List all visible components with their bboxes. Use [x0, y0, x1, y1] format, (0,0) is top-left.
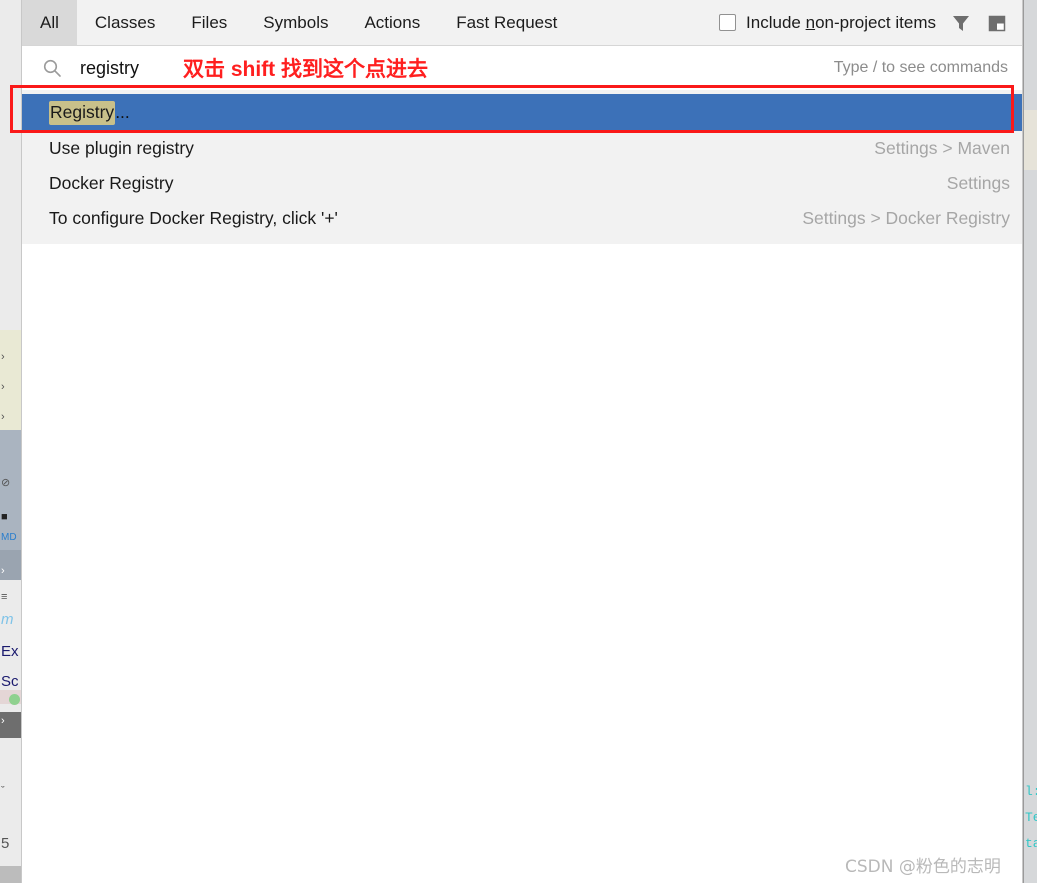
- result-label-suffix: ...: [115, 101, 130, 122]
- file-icon[interactable]: ■: [1, 512, 8, 523]
- tree-band-bottom: [0, 866, 22, 883]
- chevron-right-icon[interactable]: ›: [1, 412, 5, 423]
- chevron-right-icon[interactable]: ›: [1, 716, 5, 727]
- search-row[interactable]: registry 双击 shift 找到这个点进去 Type / to see …: [22, 46, 1022, 90]
- include-label-suffix: on-project items: [815, 12, 936, 32]
- commands-hint-label: Type / to see commands: [833, 59, 1008, 76]
- tab-symbols[interactable]: Symbols: [245, 0, 346, 45]
- markdown-file-label[interactable]: MD: [1, 533, 17, 543]
- tab-classes[interactable]: Classes: [77, 0, 173, 45]
- tree-text-fragment[interactable]: Sc: [1, 674, 19, 689]
- code-fragment: ta: [1025, 836, 1037, 851]
- editor-scroll-marker: [1024, 110, 1037, 170]
- editor-sliver[interactable]: l: Te ta: [1022, 0, 1037, 883]
- result-match-highlight: Registry: [49, 100, 116, 125]
- chevron-right-icon[interactable]: ›: [1, 566, 5, 577]
- tab-fast-request[interactable]: Fast Request: [438, 0, 575, 45]
- result-location: Settings > Docker Registry: [802, 208, 1010, 228]
- result-label: Use plugin registry: [49, 138, 194, 158]
- code-fragment: Te: [1025, 810, 1037, 825]
- result-location: Settings: [946, 173, 1010, 193]
- result-location: Settings > Maven: [874, 138, 1010, 158]
- annotation-label: 双击 shift 找到这个点进去: [183, 58, 429, 81]
- filter-funnel-icon[interactable]: [950, 12, 972, 34]
- project-tree-sidebar-sliver[interactable]: › › › ⊘ ■ MD › ≡ m Ex Sc › ˇ 5: [0, 0, 22, 883]
- tree-text-fragment: 5: [1, 835, 10, 852]
- search-everywhere-tab-bar: All Classes Files Symbols Actions Fast R…: [22, 0, 1022, 46]
- chevron-right-icon[interactable]: ›: [1, 382, 5, 393]
- tab-all[interactable]: All: [22, 0, 77, 45]
- tree-text-fragment[interactable]: Ex: [1, 644, 19, 659]
- result-label: To configure Docker Registry, click '+': [49, 208, 338, 228]
- search-input[interactable]: registry: [80, 58, 139, 79]
- preview-panel-icon[interactable]: [986, 12, 1008, 34]
- result-row-registry[interactable]: Registry...: [22, 94, 1022, 131]
- include-label-prefix: Include: [746, 12, 806, 32]
- include-non-project-items-label: Include non-project items: [746, 13, 936, 33]
- code-fragment: l:: [1025, 784, 1037, 799]
- tab-files[interactable]: Files: [173, 0, 245, 45]
- tab-actions[interactable]: Actions: [346, 0, 438, 45]
- result-label: Docker Registry: [49, 173, 174, 193]
- csdn-watermark: CSDN @粉色的志明: [845, 857, 1001, 877]
- result-row-configure-docker-registry[interactable]: To configure Docker Registry, click '+' …: [22, 201, 1022, 236]
- include-label-mnemonic: n: [805, 12, 816, 32]
- list-lines-icon[interactable]: ≡: [1, 592, 7, 603]
- chevron-down-icon[interactable]: ˇ: [1, 786, 5, 797]
- result-row-use-plugin-registry[interactable]: Use plugin registry Settings > Maven: [22, 131, 1022, 166]
- results-empty-area: [22, 244, 1022, 883]
- include-non-project-items-checkbox[interactable]: [719, 14, 737, 31]
- result-row-docker-registry[interactable]: Docker Registry Settings: [22, 166, 1022, 201]
- tree-text-fragment: m: [1, 611, 14, 628]
- excluded-folder-icon[interactable]: ⊘: [1, 478, 10, 489]
- search-icon: [42, 58, 62, 78]
- run-status-dot-icon: [9, 694, 20, 705]
- result-label: Registry...: [49, 100, 130, 125]
- search-everywhere-popup: All Classes Files Symbols Actions Fast R…: [22, 0, 1022, 883]
- include-non-project-items-toggle[interactable]: Include non-project items: [719, 13, 936, 33]
- chevron-right-icon[interactable]: ›: [1, 352, 5, 363]
- search-results-list: Registry... Use plugin registry Settings…: [22, 90, 1022, 244]
- tab-bar-right-controls: Include non-project items: [719, 0, 1022, 45]
